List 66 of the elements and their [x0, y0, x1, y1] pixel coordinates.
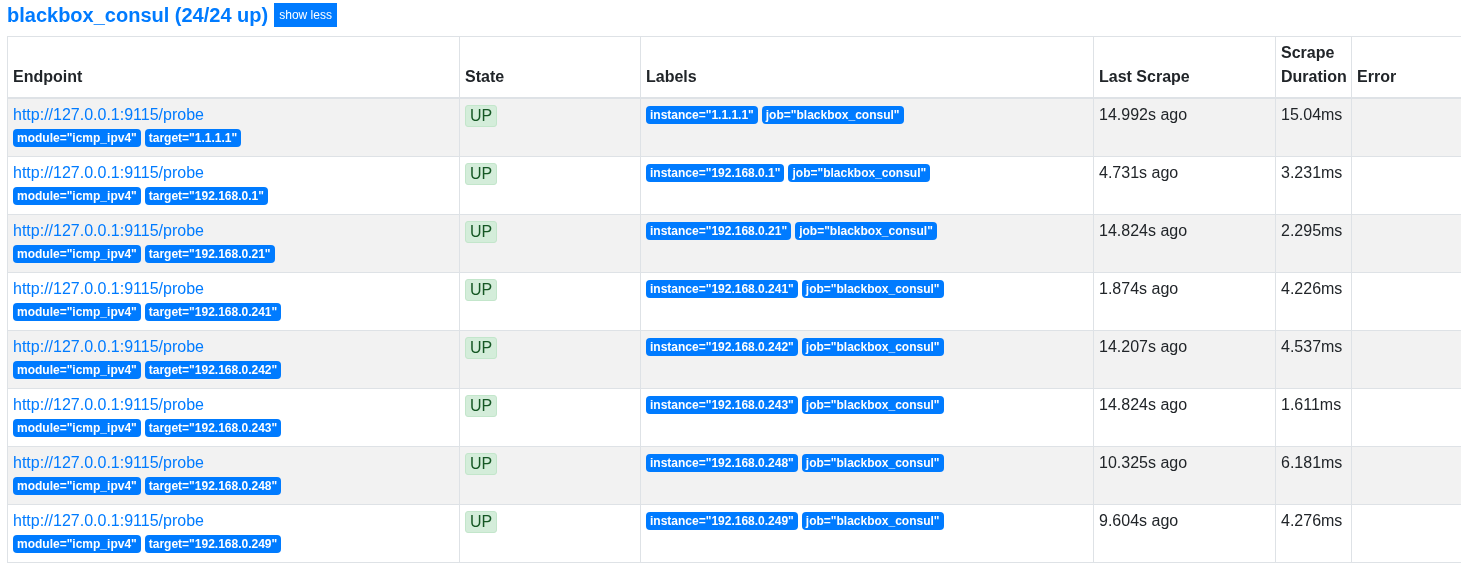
param-badge: target="192.168.0.248" — [144, 476, 282, 495]
param-badge: target="1.1.1.1" — [144, 129, 242, 147]
state-badge: UP — [465, 220, 498, 243]
param-badge: module="icmp_ipv4" — [13, 534, 141, 553]
label-badge: instance="192.168.0.248" — [646, 453, 798, 472]
label-badge: job="blackbox_consul" — [761, 106, 904, 124]
scrape-duration-text: 4.537ms — [1281, 337, 1343, 355]
state-badge: UP — [465, 105, 498, 127]
scrape-duration-text: 4.226ms — [1281, 279, 1343, 297]
endpoint-link[interactable]: http://127.0.0.1:9115/probe — [13, 452, 204, 472]
state-badge: UP — [465, 394, 498, 417]
state-badge: UP — [465, 162, 498, 185]
endpoint-link[interactable]: http://127.0.0.1:9115/probe — [13, 105, 204, 124]
param-badge: module="icmp_ipv4" — [13, 476, 141, 495]
param-badge: target="192.168.0.243" — [144, 418, 282, 437]
param-badge: target="192.168.0.241" — [144, 302, 282, 321]
scrape-duration-text: 3.231ms — [1281, 163, 1343, 181]
label-badge: instance="192.168.0.21" — [646, 221, 792, 240]
label-badge: job="blackbox_consul" — [801, 395, 944, 414]
param-badge: module="icmp_ipv4" — [13, 129, 141, 147]
label-badge: job="blackbox_consul" — [801, 337, 944, 356]
state-badge: UP — [465, 336, 498, 359]
param-badge: module="icmp_ipv4" — [13, 418, 141, 437]
last-scrape-text: 10.325s ago — [1099, 453, 1188, 471]
param-badge: module="icmp_ipv4" — [13, 186, 141, 205]
state-badge: UP — [465, 510, 498, 533]
state-badge: UP — [465, 452, 498, 475]
endpoint-link[interactable]: http://127.0.0.1:9115/probe — [13, 220, 204, 240]
last-scrape-text: 14.824s ago — [1099, 221, 1188, 239]
label-badge: instance="192.168.0.242" — [646, 337, 798, 356]
endpoint-link[interactable]: http://127.0.0.1:9115/probe — [13, 510, 204, 530]
label-badge: job="blackbox_consul" — [801, 511, 944, 530]
label-badge: job="blackbox_consul" — [795, 221, 937, 240]
param-badge: module="icmp_ipv4" — [13, 244, 141, 263]
endpoint-link[interactable]: http://127.0.0.1:9115/probe — [13, 336, 204, 356]
job-title: blackbox_consul (24/24 up) — [7, 3, 269, 27]
label-badge: job="blackbox_consul" — [801, 453, 944, 472]
scrape-duration-text: 6.181ms — [1281, 453, 1343, 471]
label-badge: instance="192.168.0.1" — [646, 163, 785, 182]
scrape-duration-text: 1.611ms — [1281, 395, 1342, 413]
param-badge: target="192.168.0.1" — [144, 186, 268, 205]
label-badge: instance="1.1.1.1" — [646, 106, 758, 124]
scrape-duration-text: 2.295ms — [1281, 221, 1343, 239]
param-badge: target="192.168.0.21" — [144, 244, 275, 263]
label-badge: job="blackbox_consul" — [788, 163, 931, 182]
label-badge: instance="192.168.0.241" — [646, 279, 798, 298]
label-badge: instance="192.168.0.243" — [646, 395, 798, 414]
last-scrape-text: 4.731s ago — [1099, 163, 1179, 181]
last-scrape-text: 14.207s ago — [1099, 337, 1188, 355]
endpoint-link[interactable]: http://127.0.0.1:9115/probe — [13, 278, 204, 298]
state-badge: UP — [465, 278, 498, 301]
label-badge: instance="192.168.0.249" — [646, 511, 798, 530]
scrape-duration-text: 15.04ms — [1281, 106, 1343, 123]
label-badge: job="blackbox_consul" — [801, 279, 944, 298]
param-badge: target="192.168.0.242" — [144, 360, 282, 379]
last-scrape-text: 1.874s ago — [1099, 279, 1179, 297]
param-badge: target="192.168.0.249" — [144, 534, 282, 553]
endpoint-link[interactable]: http://127.0.0.1:9115/probe — [13, 394, 204, 414]
last-scrape-text: 14.992s ago — [1099, 106, 1188, 123]
param-badge: module="icmp_ipv4" — [13, 302, 141, 321]
endpoint-link[interactable]: http://127.0.0.1:9115/probe — [13, 162, 204, 182]
last-scrape-text: 14.824s ago — [1099, 395, 1188, 413]
scrape-duration-text: 4.276ms — [1281, 511, 1343, 529]
param-badge: module="icmp_ipv4" — [13, 360, 141, 379]
last-scrape-text: 9.604s ago — [1099, 511, 1179, 529]
show-less-button[interactable]: show less — [274, 3, 337, 27]
